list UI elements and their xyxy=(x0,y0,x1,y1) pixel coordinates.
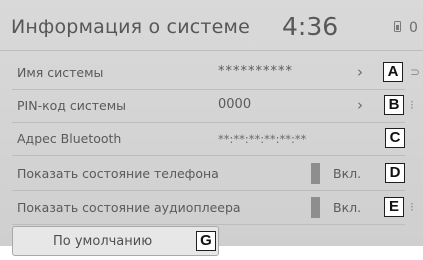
bluetooth-address-label: Адрес Bluetooth xyxy=(17,131,122,146)
header: Информация о системе 4:36 0 xyxy=(0,0,423,50)
divider xyxy=(12,155,405,156)
show-audio-status-label: Показать состояние аудиоплеера xyxy=(17,200,241,215)
toggle-label: Вкл. xyxy=(333,166,362,181)
edge-mark: ⊃ xyxy=(410,65,421,79)
manual-figure: Информация о системе 4:36 0 Имя системы … xyxy=(0,0,423,260)
default-button-label: По умолчанию xyxy=(53,234,153,249)
callout-d: D xyxy=(385,163,405,183)
show-audio-status-row[interactable]: Показать состояние аудиоплеера Вкл. E ⁝ xyxy=(0,191,423,224)
toggle-indicator xyxy=(311,163,320,184)
chevron-right-icon: › xyxy=(357,63,363,81)
callout-b: B xyxy=(384,95,404,115)
status-indicator: 0 xyxy=(409,20,418,36)
divider xyxy=(0,50,423,51)
divider xyxy=(12,224,405,225)
show-phone-status-row[interactable]: Показать состояние телефона Вкл. D xyxy=(0,157,423,190)
bluetooth-address-value: **:**:**:**:**:** xyxy=(218,132,307,146)
system-pin-value: 0000 xyxy=(218,97,252,112)
default-button[interactable]: По умолчанию xyxy=(12,226,219,256)
system-name-value: ********** xyxy=(218,64,293,79)
callout-c: C xyxy=(385,128,405,148)
system-name-row[interactable]: Имя системы ********** › A ⊃ xyxy=(0,56,423,89)
callout-e: E xyxy=(384,197,404,217)
system-info-screen: Информация о системе 4:36 0 Имя системы … xyxy=(0,0,423,246)
page-title: Информация о системе xyxy=(11,16,250,38)
toggle-indicator xyxy=(311,197,320,218)
edge-mark: ⁝ xyxy=(410,98,414,112)
show-phone-status-label: Показать состояние телефона xyxy=(17,166,219,181)
clock: 4:36 xyxy=(282,12,339,41)
toggle-label: Вкл. xyxy=(333,200,362,215)
callout-g: G xyxy=(196,231,216,251)
chevron-right-icon: › xyxy=(357,96,363,114)
phone-battery-icon xyxy=(394,21,401,32)
bluetooth-address-row: Адрес Bluetooth **:**:**:**:**:** C xyxy=(0,122,423,155)
system-pin-row[interactable]: PIN-код системы 0000 › B ⁝ xyxy=(0,89,423,122)
edge-mark: ⁝ xyxy=(410,200,414,214)
system-name-label: Имя системы xyxy=(17,65,104,80)
callout-a: A xyxy=(383,62,403,82)
system-pin-label: PIN-код системы xyxy=(17,98,127,113)
